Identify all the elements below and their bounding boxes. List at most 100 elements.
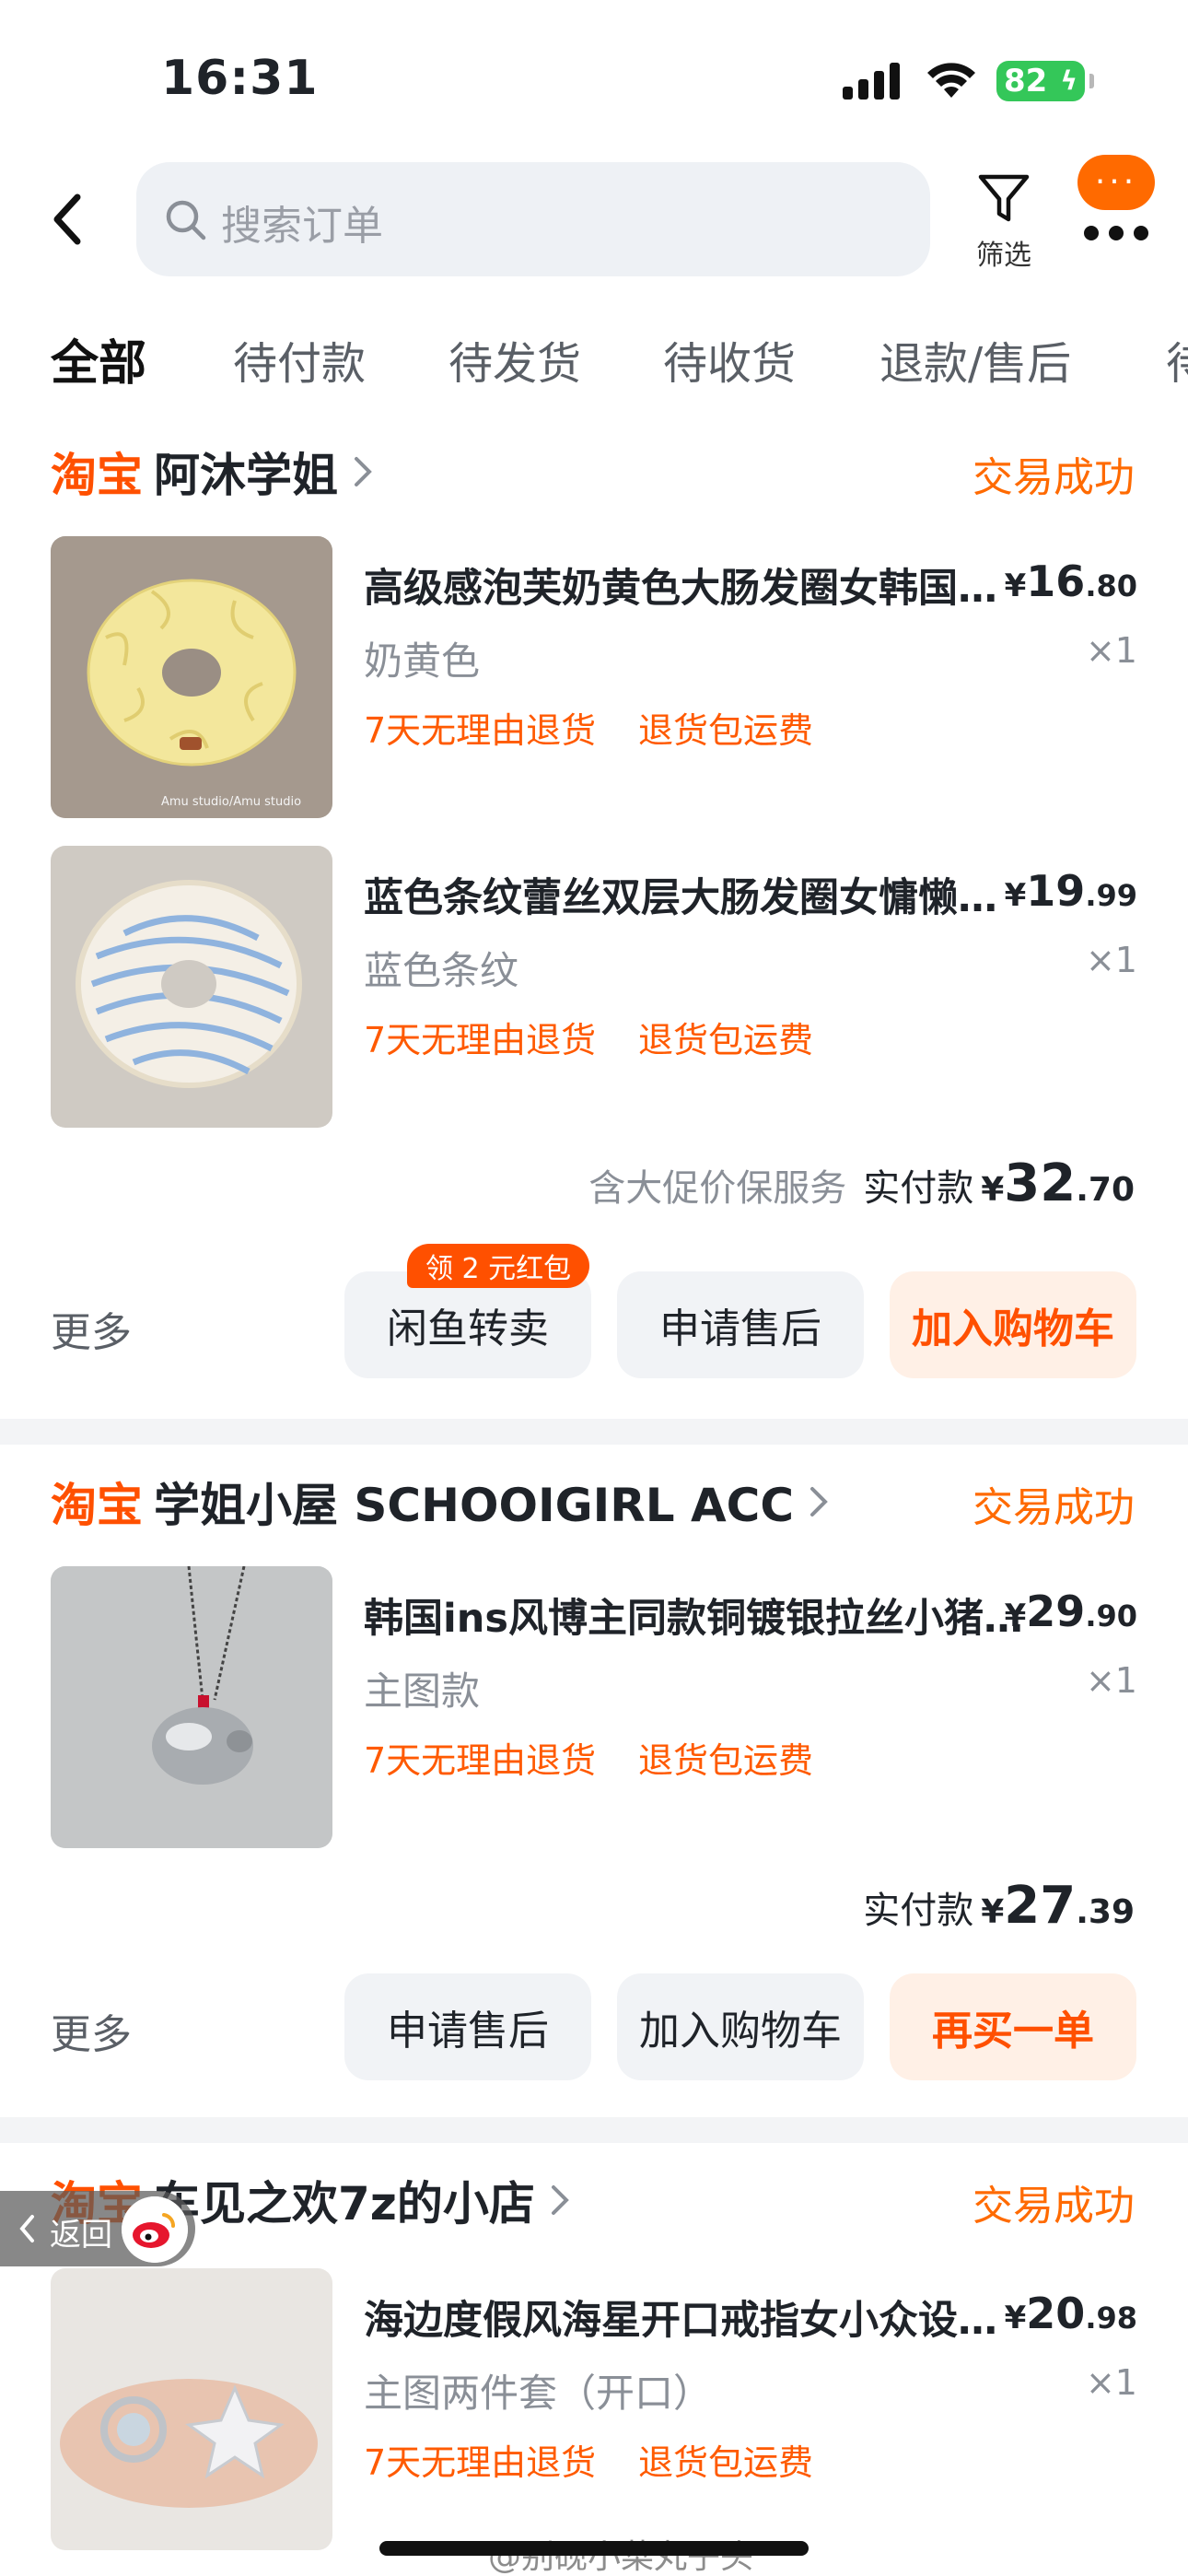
order-status: 交易成功 (973, 1484, 1135, 1531)
price-integer: 29 (1026, 1587, 1086, 1636)
product-price: ¥16.80 (1005, 556, 1137, 606)
status-time: 16:31 (161, 51, 319, 106)
order-item[interactable]: Amu studio/Amu studio 高级感泡芙奶黄色大肠发圈女韩国扎头发… (51, 536, 1137, 818)
price-integer: 20 (1026, 2289, 1086, 2338)
order-total: 含大促价保服务 实付款 ¥32.70 (588, 1153, 1135, 1213)
product-title: 海边度假风海星开口戒指女小众设计感 (364, 2298, 1027, 2344)
chevron-right-icon (810, 1487, 828, 1516)
price-decimal: .99 (1085, 878, 1137, 913)
back-arrow-icon[interactable] (44, 182, 90, 256)
total-decimal: .39 (1076, 1893, 1135, 1931)
product-price: ¥19.99 (1005, 866, 1137, 916)
starfish-ring-image (51, 2268, 332, 2550)
price-integer: 16 (1026, 556, 1086, 606)
product-quantity: ×1 (1085, 940, 1137, 980)
tab-pending-payment[interactable]: 待付款 (233, 327, 366, 392)
message-bubble-dots: ··· (1094, 163, 1138, 201)
price-symbol: ¥ (1004, 877, 1027, 914)
buy-again-button[interactable]: 再买一单 (890, 1973, 1136, 2080)
price-decimal: .90 (1085, 1598, 1137, 1633)
product-variant: 主图两件套（开口） (364, 2371, 713, 2416)
message-button[interactable]: ··· (1077, 155, 1155, 293)
battery-indicator: 82 ϟ (996, 61, 1094, 101)
shop-name: 学姐小屋 SCHOOIGIRL ACC (154, 1479, 795, 1532)
return-policy-tag: 7天无理由退货 (364, 1740, 597, 1781)
total-integer: 27 (1004, 1876, 1077, 1936)
price-decimal: .80 (1085, 568, 1137, 603)
return-policy-tag: 7天无理由退货 (364, 710, 597, 751)
return-policy-tag: 7天无理由退货 (364, 1020, 597, 1060)
tab-all[interactable]: 全部 (51, 324, 146, 393)
product-price: ¥20.98 (1005, 2289, 1137, 2338)
taobao-logo: 淘宝 (51, 1479, 143, 1532)
add-to-cart-button[interactable]: 加入购物车 (890, 1271, 1136, 1378)
order-card: 淘宝 学姐小屋 SCHOOIGIRL ACC 交易成功 韩国ins风博主同款铜镀… (0, 1445, 1188, 2117)
tab-pending-review[interactable]: 待 (1166, 327, 1188, 392)
home-indicator[interactable] (379, 2541, 809, 2556)
price-symbol: ¥ (1004, 568, 1027, 604)
order-status: 交易成功 (973, 454, 1135, 501)
yellow-scrunchie-image: Amu studio/Amu studio (51, 536, 332, 818)
product-title: 高级感泡芙奶黄色大肠发圈女韩国扎头发头绳 (364, 566, 1027, 612)
product-quantity: ×1 (1085, 1660, 1137, 1701)
charging-bolt-icon: ϟ (1060, 65, 1077, 96)
product-variant: 蓝色条纹 (364, 948, 519, 993)
order-item[interactable]: 蓝色条纹蕾丝双层大肠发圈女慵懒风发绳头绳 ¥19.99 蓝色条纹 ×1 7天无理… (51, 846, 1137, 1128)
tab-pending-shipment[interactable]: 待发货 (448, 327, 581, 392)
more-actions-link[interactable]: 更多 (51, 2001, 132, 2060)
weibo-logo-icon (122, 2196, 188, 2263)
product-thumbnail[interactable] (51, 1566, 332, 1848)
search-icon (166, 200, 206, 240)
striped-scrunchie-image (51, 846, 332, 1128)
shop-name: 车见之欢7z的小店 (154, 2177, 535, 2231)
red-packet-badge: 领 2 元红包 (407, 1244, 590, 1288)
order-item[interactable]: 海边度假风海星开口戒指女小众设计感 ¥20.98 主图两件套（开口） ×1 7天… (51, 2268, 1137, 2550)
apply-aftersale-button[interactable]: 申请售后 (617, 1271, 864, 1378)
free-return-shipping-tag: 退货包运费 (638, 1740, 814, 1781)
apply-aftersale-button[interactable]: 申请售后 (344, 1973, 591, 2080)
add-to-cart-button[interactable]: 加入购物车 (617, 1973, 864, 2080)
free-return-shipping-tag: 退货包运费 (638, 710, 814, 751)
price-integer: 19 (1026, 866, 1086, 916)
product-title: 蓝色条纹蕾丝双层大肠发圈女慵懒风发绳头绳 (364, 875, 1027, 921)
tab-refund-aftersale[interactable]: 退款/售后 (879, 327, 1071, 392)
search-placeholder: 搜索订单 (221, 203, 383, 250)
chevron-left-icon (19, 2215, 34, 2242)
total-integer: 32 (1004, 1153, 1077, 1213)
product-thumbnail[interactable]: Amu studio/Amu studio (51, 536, 332, 818)
battery-cap (1089, 74, 1094, 88)
product-price: ¥29.90 (1005, 1587, 1137, 1636)
cellular-signal-icon (843, 63, 900, 100)
shop-header[interactable]: 淘宝 阿沐学姐 (51, 435, 375, 509)
order-list-page: 16:31 82 ϟ 搜索订单 筛选 ··· 全部 待付款 待发货 待收货 退款… (0, 0, 1188, 2576)
chevron-right-icon (551, 2185, 569, 2215)
return-to-weibo-button[interactable]: 返回 (0, 2191, 195, 2266)
paid-amount-label: 实付款 (863, 1890, 974, 1932)
message-bubble-icon: ··· (1077, 155, 1155, 210)
filter-funnel-icon (978, 174, 1030, 222)
price-symbol: ¥ (1004, 2300, 1027, 2336)
order-card: 淘宝 阿沐学姐 交易成功 Amu studio/Amu studio 高级感泡芙… (0, 415, 1188, 1419)
product-variant: 奶黄色 (364, 638, 481, 684)
filter-label: 筛选 (976, 240, 1031, 272)
more-actions-link[interactable]: 更多 (51, 1299, 132, 1358)
tab-pending-receipt[interactable]: 待收货 (663, 327, 796, 392)
order-status: 交易成功 (973, 2183, 1135, 2230)
order-item[interactable]: 韩国ins风博主同款铜镀银拉丝小猪项链吊坠 ¥29.90 主图款 ×1 7天无理… (51, 1566, 1137, 1848)
battery-level: 82 (1004, 63, 1048, 100)
product-thumbnail[interactable] (51, 846, 332, 1128)
header: 搜索订单 筛选 ··· (0, 147, 1188, 295)
paid-amount-label: 实付款 (863, 1167, 974, 1210)
chevron-right-icon (355, 457, 372, 486)
product-quantity: ×1 (1085, 2362, 1137, 2403)
order-status-tabs: 全部 待付款 待发货 待收货 退款/售后 待 (0, 295, 1188, 415)
search-input[interactable]: 搜索订单 (136, 162, 930, 276)
product-thumbnail[interactable] (51, 2268, 332, 2550)
filter-button[interactable]: 筛选 (961, 168, 1046, 278)
status-bar: 16:31 82 ϟ (0, 0, 1188, 147)
shop-header[interactable]: 淘宝 学姐小屋 SCHOOIGIRL ACC (51, 1465, 831, 1539)
shop-name: 阿沐学姐 (154, 449, 338, 502)
price-symbol: ¥ (1004, 1598, 1027, 1634)
free-return-shipping-tag: 退货包运费 (638, 2442, 814, 2483)
more-dots-icon (1084, 226, 1148, 240)
